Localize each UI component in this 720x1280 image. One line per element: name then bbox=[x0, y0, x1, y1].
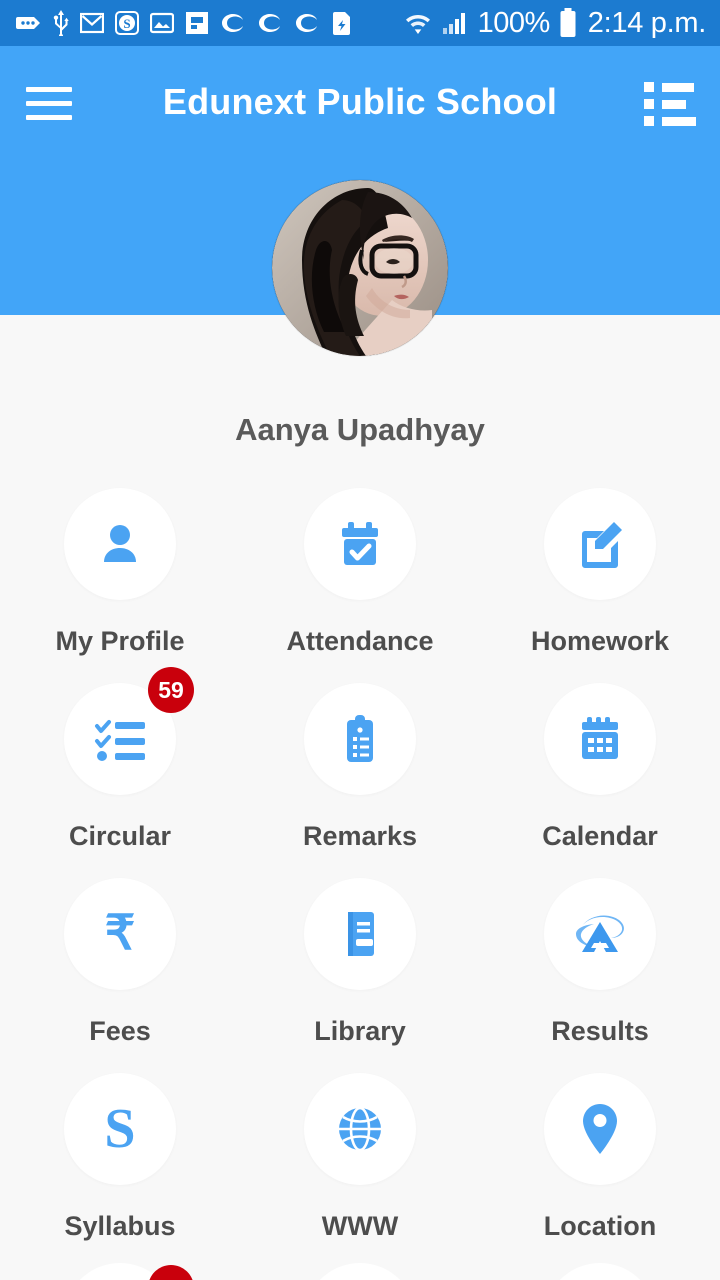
list-bullet bbox=[644, 116, 654, 126]
tile-icon-circle: ₹ bbox=[64, 878, 176, 990]
tile-icon-circle bbox=[544, 488, 656, 600]
book-icon bbox=[348, 912, 374, 956]
tile-icon-circle bbox=[544, 1073, 656, 1185]
tile-label: Results bbox=[551, 1016, 649, 1046]
list-bullet bbox=[644, 99, 654, 109]
letter-s-icon: S bbox=[104, 1098, 136, 1160]
avatar[interactable] bbox=[272, 180, 448, 356]
gmail-icon bbox=[80, 12, 104, 34]
list-line bbox=[662, 82, 694, 92]
tile-icon-circle: S bbox=[64, 1073, 176, 1185]
tile-fees[interactable]: ₹ Fees bbox=[0, 873, 240, 1068]
photo-icon bbox=[150, 12, 174, 34]
flipboard-icon bbox=[185, 11, 209, 35]
status-bar-notification-icons: S bbox=[16, 10, 353, 36]
cellular-signal-icon bbox=[441, 10, 469, 36]
tile-homework[interactable]: Homework bbox=[480, 483, 720, 678]
tile-label: Circular bbox=[68, 821, 172, 851]
tile-www[interactable]: WWW bbox=[240, 1068, 480, 1263]
tile-label: Library bbox=[314, 1016, 406, 1046]
results-logo-icon bbox=[576, 915, 624, 952]
clock-label: 2:14 p.m. bbox=[587, 6, 707, 39]
tile-label: Syllabus bbox=[64, 1211, 176, 1241]
sd-card-icon bbox=[331, 11, 353, 35]
page-title: Edunext Public School bbox=[162, 81, 558, 122]
tile-label: Attendance bbox=[286, 626, 434, 656]
opera-icon bbox=[294, 13, 320, 33]
sim-card-icon bbox=[16, 13, 42, 33]
person-icon bbox=[104, 525, 136, 562]
tile-label: WWW bbox=[321, 1211, 399, 1241]
tile-label: Remarks bbox=[302, 821, 418, 851]
tile-calendar[interactable]: Calendar bbox=[480, 678, 720, 873]
tile-library[interactable]: Library bbox=[240, 873, 480, 1068]
tile-location[interactable]: Location bbox=[480, 1068, 720, 1263]
tile-label: My Profile bbox=[55, 626, 185, 656]
calendar-icon bbox=[582, 717, 618, 759]
menu-grid-next-row-cut bbox=[0, 1263, 720, 1280]
opera-icon bbox=[220, 13, 246, 33]
tile-label: Fees bbox=[89, 1016, 151, 1046]
list-line bbox=[662, 116, 696, 126]
list-row bbox=[644, 82, 696, 92]
menu-grid: My Profile Attendance Homework 59 Circul… bbox=[0, 483, 720, 1263]
wifi-icon bbox=[404, 10, 432, 36]
tile-icon-circle bbox=[304, 683, 416, 795]
opera-icon bbox=[257, 13, 283, 33]
status-bar-system-icons: 100% 2:14 p.m. bbox=[404, 7, 706, 40]
list-row bbox=[644, 99, 696, 109]
tile-attendance[interactable]: Attendance bbox=[240, 483, 480, 678]
list-row bbox=[644, 116, 696, 126]
tile-icon-circle: 59 bbox=[64, 667, 194, 795]
avatar-image bbox=[272, 180, 448, 356]
status-bar: S 100% 2:14 p.m. bbox=[0, 0, 720, 46]
skype-icon: S bbox=[115, 11, 139, 35]
edit-square-icon bbox=[582, 522, 622, 568]
tile-icon-circle bbox=[544, 878, 656, 990]
student-name: Aanya Upadhyay bbox=[235, 412, 485, 447]
tile-icon-circle bbox=[304, 488, 416, 600]
tile-icon-circle bbox=[304, 878, 416, 990]
battery-percent-label: 100% bbox=[477, 6, 551, 39]
globe-icon bbox=[339, 1106, 381, 1152]
tile-syllabus[interactable]: S Syllabus bbox=[0, 1068, 240, 1263]
tile-results[interactable]: Results bbox=[480, 873, 720, 1068]
map-pin-icon bbox=[583, 1104, 617, 1154]
app-bar: Edunext Public School bbox=[0, 46, 720, 162]
usb-icon bbox=[53, 10, 69, 36]
tile-label: Calendar bbox=[542, 821, 658, 851]
tile-icon-circle bbox=[544, 1263, 656, 1280]
tile-icon-circle bbox=[544, 683, 656, 795]
tile-label: Homework bbox=[530, 626, 670, 656]
app-root: S 100% 2:14 p.m. Edunext Public School A… bbox=[0, 0, 720, 1280]
list-bullet bbox=[644, 82, 654, 92]
tile-label: Location bbox=[543, 1211, 657, 1241]
clipboard-icon bbox=[347, 715, 373, 762]
tile-icon-circle bbox=[64, 488, 176, 600]
tile-my-profile[interactable]: My Profile bbox=[0, 483, 240, 678]
tile-icon-circle bbox=[304, 1263, 416, 1280]
svg-text:S: S bbox=[123, 16, 130, 31]
tile-circular[interactable]: 59 Circular bbox=[0, 667, 240, 873]
checklist-icon bbox=[95, 720, 145, 761]
status-badge bbox=[148, 1265, 194, 1280]
tile-remarks[interactable]: Remarks bbox=[240, 678, 480, 873]
list-menu-icon[interactable] bbox=[644, 82, 696, 126]
rupee-icon: ₹ bbox=[104, 907, 136, 960]
list-line bbox=[662, 99, 686, 109]
tile-icon-circle bbox=[304, 1073, 416, 1185]
status-badge: 59 bbox=[148, 667, 194, 713]
battery-full-icon bbox=[559, 8, 577, 38]
calendar-check-icon bbox=[342, 522, 378, 565]
